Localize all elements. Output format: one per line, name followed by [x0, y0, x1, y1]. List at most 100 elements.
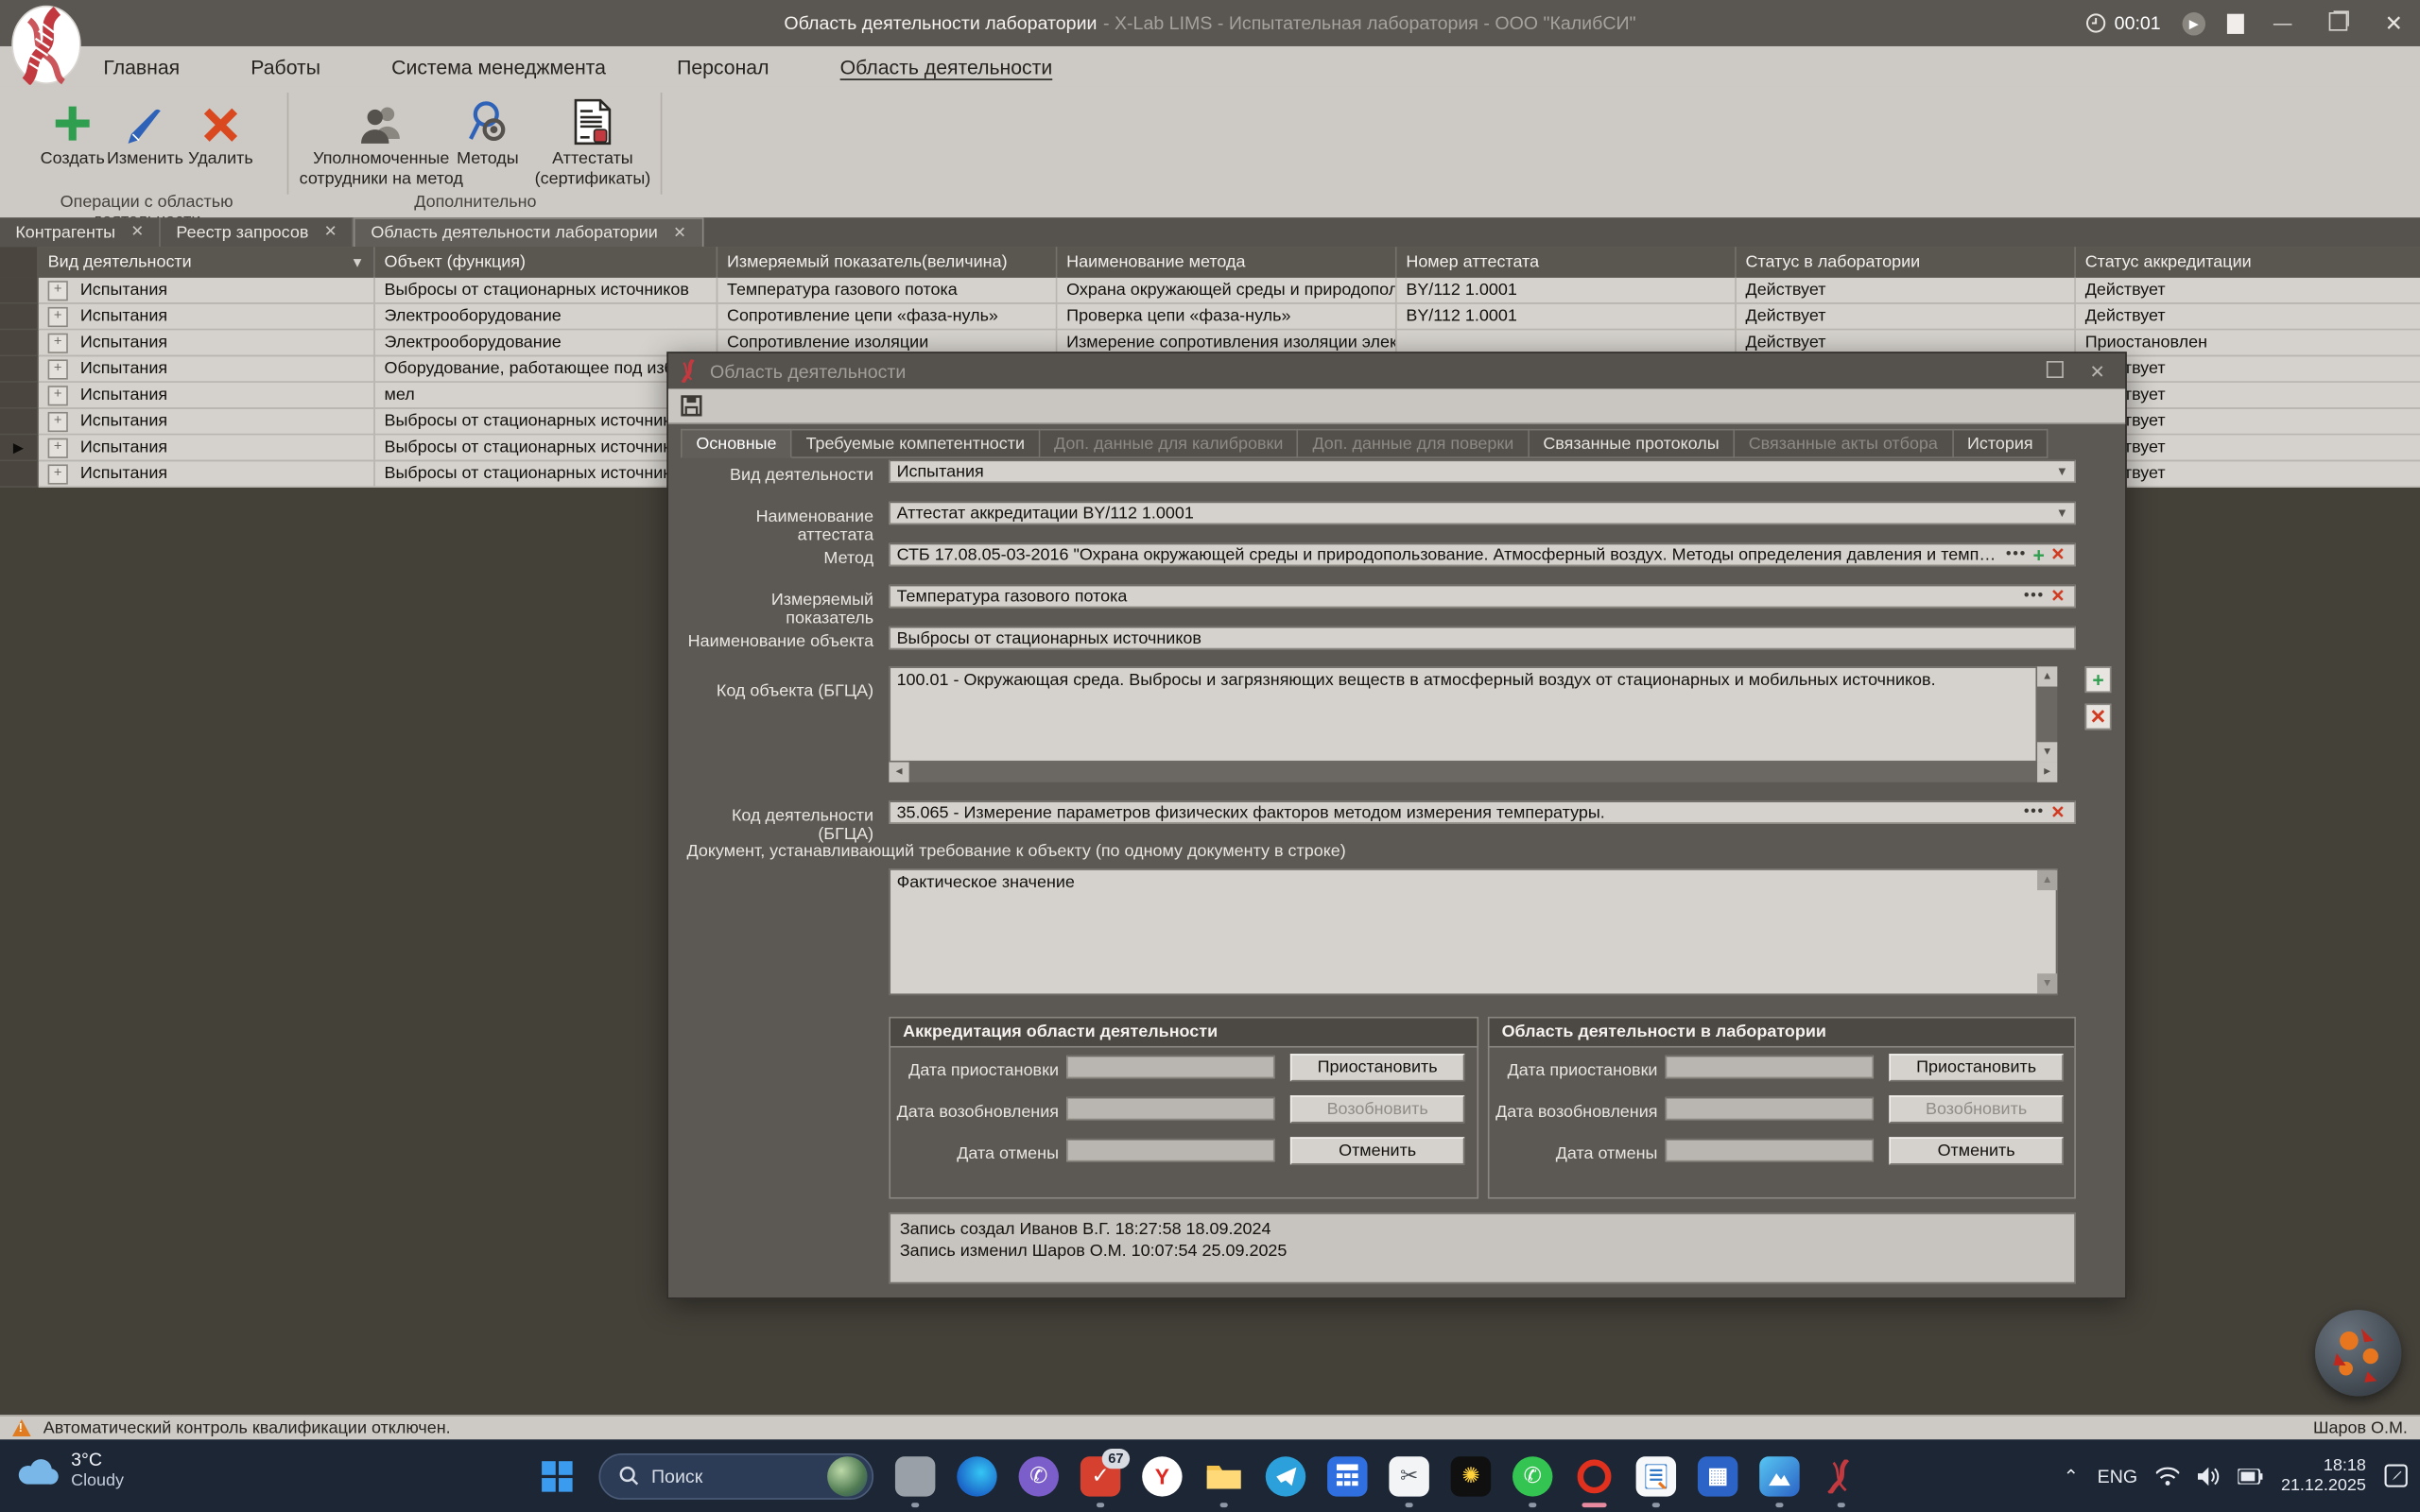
row-selector[interactable]	[0, 278, 39, 304]
taskbar-icon-telegram[interactable]	[1266, 1455, 1305, 1495]
table-cell[interactable]: Действует	[2076, 304, 2420, 331]
table-cell[interactable]: BY/112 1.0001	[1397, 304, 1737, 331]
scroll-up-icon[interactable]: ▲	[2037, 870, 2057, 890]
language-indicator[interactable]: ENG	[2098, 1465, 2137, 1486]
battery-icon[interactable]	[2238, 1468, 2262, 1483]
menu-glavnaya[interactable]: Главная	[103, 55, 180, 77]
delete-button[interactable]: Удалить	[182, 93, 260, 170]
menu-personal[interactable]: Персонал	[677, 55, 769, 77]
assistant-floating-button[interactable]	[2315, 1310, 2401, 1396]
table-cell[interactable]: +Испытания	[39, 356, 375, 383]
taskbar-icon-edge[interactable]	[957, 1455, 996, 1495]
table-cell[interactable]: Проверка цепи «фаза-нуль»	[1057, 304, 1396, 331]
scroll-down-icon[interactable]: ▼	[2037, 742, 2057, 762]
table-cell[interactable]: BY/112 1.0001	[1397, 278, 1737, 304]
browse-indicator-button[interactable]: •••	[2021, 588, 2048, 605]
cancel-date-input[interactable]	[1666, 1139, 1874, 1161]
table-cell[interactable]: +Испытания	[39, 435, 375, 461]
weather-widget[interactable]: 3°C Cloudy	[15, 1449, 124, 1492]
suspend-button[interactable]: Приостановить	[1889, 1054, 2063, 1081]
add-method-icon[interactable]: +	[2030, 543, 2048, 566]
dialog-tab-kompetentnosti[interactable]: Требуемые компетентности	[792, 429, 1040, 458]
object-code-hscrollbar[interactable]: ◄ ►	[889, 763, 2057, 782]
notification-icon[interactable]	[2384, 1464, 2407, 1486]
table-cell[interactable]: Температура газового потока	[717, 278, 1057, 304]
object-code-textarea[interactable]: 100.01 - Окружающая среда. Выбросы и заг…	[889, 666, 2037, 762]
table-cell[interactable]: +Испытания	[39, 461, 375, 488]
tray-chevron-icon[interactable]: ⌃	[2064, 1465, 2079, 1486]
activity-type-combobox[interactable]: Испытания▼	[889, 460, 2076, 483]
chevron-down-icon[interactable]: ▼	[2056, 464, 2068, 478]
table-cell[interactable]: +Испытания	[39, 383, 375, 409]
menu-sistema-menedzhmenta[interactable]: Система менеджмента	[391, 55, 606, 77]
expand-row-icon[interactable]: +	[48, 333, 68, 352]
suspend-date-input[interactable]	[1666, 1056, 1874, 1078]
certificates-button[interactable]: Аттестаты (сертификаты)	[525, 93, 661, 190]
clear-activity-code-icon[interactable]: ✕	[2048, 802, 2068, 822]
row-selector[interactable]	[0, 304, 39, 331]
tab-kontragenty[interactable]: Контрагенты✕	[0, 217, 161, 247]
scroll-right-icon[interactable]: ►	[2037, 763, 2057, 782]
scroll-up-icon[interactable]: ▲	[2037, 666, 2057, 686]
table-cell[interactable]: +Испытания	[39, 409, 375, 436]
table-cell[interactable]: Выбросы от стационарных источников	[375, 278, 717, 304]
start-button[interactable]	[537, 1455, 577, 1495]
resume-date-input[interactable]	[1666, 1097, 1874, 1120]
table-cell[interactable]: Действует	[1737, 304, 2076, 331]
browse-method-button[interactable]: •••	[2003, 546, 2031, 563]
expand-row-icon[interactable]: +	[48, 280, 68, 300]
object-code-vscrollbar[interactable]: ▲ ▼	[2037, 666, 2057, 762]
row-selector[interactable]	[0, 461, 39, 488]
taskbar-icon-todoist[interactable]: ✓67	[1080, 1455, 1120, 1495]
scroll-left-icon[interactable]: ◄	[889, 763, 908, 782]
clear-indicator-icon[interactable]: ✕	[2048, 586, 2068, 606]
table-cell[interactable]: +Испытания	[39, 304, 375, 331]
tab-oblast-deyatelnosti-laboratorii[interactable]: Область деятельности лаборатории✕	[354, 217, 702, 247]
browse-activity-code-button[interactable]: •••	[2021, 804, 2048, 821]
cancel-button[interactable]: Отменить	[1889, 1137, 2063, 1164]
suspend-button[interactable]: Приостановить	[1290, 1054, 1464, 1081]
col-nomer-attestata[interactable]: Номер аттестата	[1397, 247, 1737, 278]
taskbar-icon-snipping-tool[interactable]: ✂	[1389, 1455, 1428, 1495]
taskbar-icon-notes[interactable]	[1636, 1455, 1676, 1495]
stop-icon[interactable]	[2227, 13, 2244, 33]
taskbar-icon-paint[interactable]: ✺	[1451, 1455, 1491, 1495]
wifi-icon[interactable]	[2156, 1467, 2179, 1486]
current-row-marker[interactable]: ▶	[0, 435, 39, 461]
expand-row-icon[interactable]: +	[48, 464, 68, 484]
cancel-date-input[interactable]	[1066, 1139, 1274, 1161]
indicator-field[interactable]: Температура газового потока ••• ✕	[889, 585, 2076, 608]
menu-oblast-deyatelnosti[interactable]: Область деятельности	[840, 55, 1053, 77]
document-textarea[interactable]: Фактическое значение	[889, 868, 2057, 995]
certificate-combobox[interactable]: Аттестат аккредитации BY/112 1.0001▼	[889, 502, 2076, 524]
tab-reestr-zaprosov[interactable]: Реестр запросов✕	[161, 217, 354, 247]
table-cell[interactable]: Действует	[2076, 435, 2420, 461]
scroll-down-icon[interactable]: ▼	[2037, 973, 2057, 993]
taskbar-icon-opera[interactable]	[1574, 1455, 1614, 1495]
dialog-maximize-button[interactable]	[2039, 360, 2070, 382]
taskbar-icon-viber[interactable]: ✆	[1019, 1455, 1059, 1495]
close-tab-icon[interactable]: ✕	[130, 224, 144, 241]
volume-icon[interactable]	[2198, 1467, 2220, 1486]
expand-row-icon[interactable]: +	[48, 306, 68, 326]
method-field[interactable]: СТБ 17.08.05-03-2016 "Охрана окружающей …	[889, 543, 2076, 566]
col-status-akkreditatsii[interactable]: Статус аккредитации	[2076, 247, 2420, 278]
close-button[interactable]: ✕	[2377, 10, 2411, 37]
expand-row-icon[interactable]: +	[48, 411, 68, 431]
filter-icon[interactable]: ▼	[351, 254, 365, 269]
object-name-field[interactable]: Выбросы от стационарных источников	[889, 627, 2076, 649]
col-metod[interactable]: Наименование метода	[1057, 247, 1396, 278]
col-obekt[interactable]: Объект (функция)	[375, 247, 717, 278]
table-cell[interactable]: Приостановлен	[2076, 330, 2420, 356]
chevron-down-icon[interactable]: ▼	[2056, 507, 2068, 521]
taskbar-icon-whatsapp[interactable]: ✆	[1512, 1455, 1552, 1495]
activity-code-field[interactable]: 35.065 - Измерение параметров физических…	[889, 800, 2076, 823]
col-pokazatel[interactable]: Измеряемый показатель(величина)	[717, 247, 1057, 278]
taskbar-icon-blue-app[interactable]: ▦	[1698, 1455, 1737, 1495]
row-selector[interactable]	[0, 356, 39, 383]
table-cell[interactable]: Действует	[2076, 356, 2420, 383]
dialog-tab-istoriya[interactable]: История	[1953, 429, 2048, 458]
cancel-button[interactable]: Отменить	[1290, 1137, 1464, 1164]
menu-raboty[interactable]: Работы	[251, 55, 320, 77]
table-cell[interactable]: Сопротивление цепи «фаза-нуль»	[717, 304, 1057, 331]
